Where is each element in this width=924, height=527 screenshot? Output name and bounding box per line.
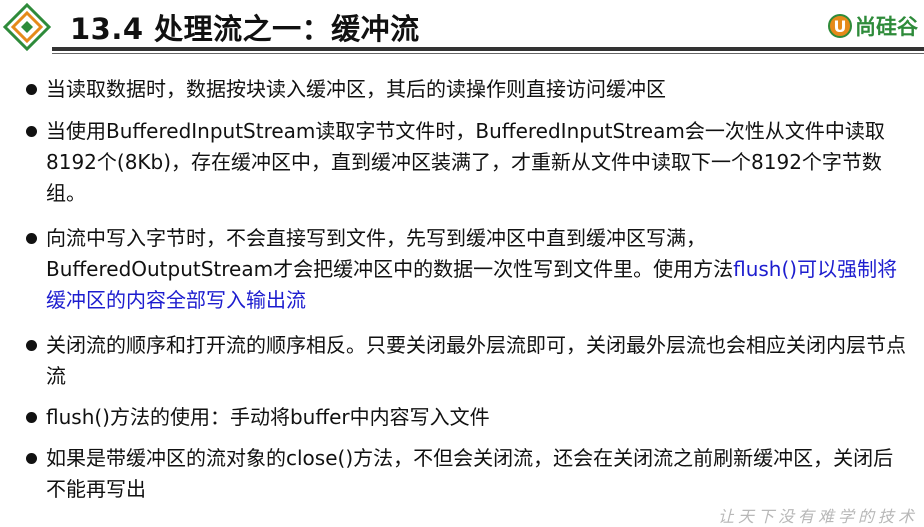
brand-name: 尚硅谷 bbox=[855, 15, 918, 39]
slide-title: 13.4 处理流之一：缓冲流 bbox=[70, 12, 420, 46]
brand-mark-icon: U bbox=[828, 14, 852, 38]
bullet-text: 当读取数据时，数据按块读入缓冲区，其后的读操作则直接访问缓冲区 bbox=[46, 77, 666, 101]
footer-slogan: 让天下没有难学的技术 bbox=[718, 507, 919, 526]
slide-header: 13.4 处理流之一：缓冲流 U 尚硅谷 bbox=[0, 0, 924, 56]
bullet-dot-icon bbox=[26, 412, 37, 423]
bullet-dot-icon bbox=[26, 453, 37, 464]
bullet-text: 当使用BufferedInputStream读取字节文件时，BufferedIn… bbox=[46, 119, 885, 205]
bullet-dot-icon bbox=[26, 340, 37, 351]
bullet-text: 关闭流的顺序和打开流的顺序相反。只要关闭最外层流即可，关闭最外层流也会相应关闭内… bbox=[46, 333, 906, 388]
bullet-item: 向流中写入字节时，不会直接写到文件，先写到缓冲区中直到缓冲区写满，Buffere… bbox=[26, 223, 906, 316]
bullet-dot-icon bbox=[26, 84, 37, 95]
bullet-item: 当使用BufferedInputStream读取字节文件时，BufferedIn… bbox=[26, 116, 906, 209]
bullet-text: 向流中写入字节时，不会直接写到文件，先写到缓冲区中直到缓冲区写满，Buffere… bbox=[46, 226, 734, 281]
bullet-dot-icon bbox=[26, 233, 37, 244]
bullet-text: 如果是带缓冲区的流对象的close()方法，不但会关闭流，还会在关闭流之前刷新缓… bbox=[46, 446, 894, 501]
bullet-dot-icon bbox=[26, 126, 37, 137]
bullet-item: 关闭流的顺序和打开流的顺序相反。只要关闭最外层流即可，关闭最外层流也会相应关闭内… bbox=[26, 330, 906, 392]
header-rule bbox=[52, 47, 924, 51]
bullet-item: 如果是带缓冲区的流对象的close()方法，不但会关闭流，还会在关闭流之前刷新缓… bbox=[26, 443, 906, 505]
bullet-item: 当读取数据时，数据按块读入缓冲区，其后的读操作则直接访问缓冲区 bbox=[26, 74, 906, 105]
bullet-item: flush()方法的使用：手动将buffer中内容写入文件 bbox=[26, 402, 906, 433]
diamond-logo-icon bbox=[2, 2, 52, 52]
bullet-list: 当读取数据时，数据按块读入缓冲区，其后的读操作则直接访问缓冲区 当使用Buffe… bbox=[26, 74, 906, 505]
header-rule-thin bbox=[52, 53, 924, 54]
bullet-text: flush()方法的使用：手动将buffer中内容写入文件 bbox=[46, 405, 490, 429]
brand-logo: U 尚硅谷 bbox=[828, 10, 924, 42]
